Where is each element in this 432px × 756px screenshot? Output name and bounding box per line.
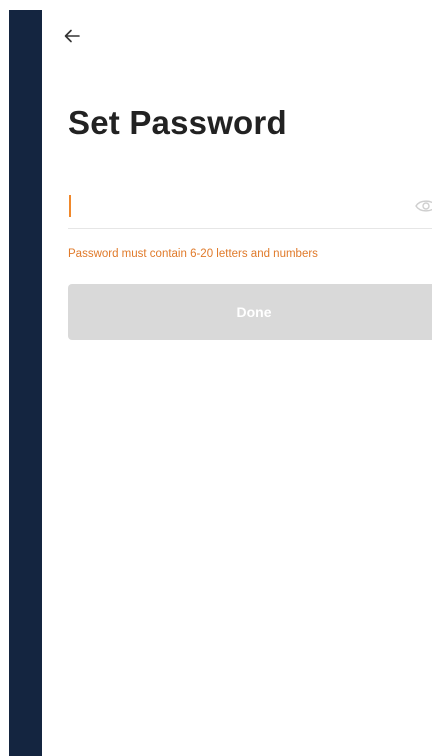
back-arrow-icon <box>64 29 80 43</box>
app-frame: Set Password Password must contain 6-20 … <box>0 0 432 756</box>
side-bar <box>9 10 42 756</box>
set-password-screen: Set Password Password must contain 6-20 … <box>42 0 432 756</box>
done-button[interactable]: Done <box>68 284 432 340</box>
password-field-row <box>68 188 432 229</box>
password-hint: Password must contain 6-20 letters and n… <box>68 248 318 260</box>
password-input[interactable] <box>68 188 402 226</box>
back-button[interactable] <box>60 24 84 48</box>
page-title: Set Password <box>68 104 287 141</box>
left-margin <box>0 0 9 756</box>
eye-icon <box>415 200 432 212</box>
toggle-visibility-button[interactable] <box>414 196 432 216</box>
